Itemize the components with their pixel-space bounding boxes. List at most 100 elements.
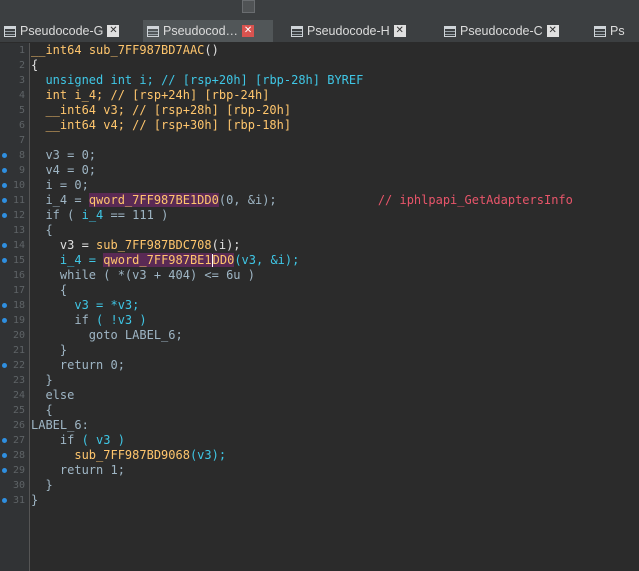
pseudocode-icon (594, 25, 606, 37)
tab-label: Pseudocode-H (307, 24, 390, 38)
line-number: 20 (12, 330, 25, 341)
line-number: 24 (12, 390, 25, 401)
pseudocode-icon (444, 25, 456, 37)
highlighted-function[interactable]: qword_7FF987BE1 (103, 253, 212, 267)
pseudocode-icon (4, 25, 16, 37)
code-line-29: 29 return 1; (2, 463, 639, 478)
type-token: __int64 (31, 43, 82, 57)
variable[interactable]: v3; (96, 103, 125, 117)
code-line-17: 17 { (13, 283, 639, 298)
code-text: { (31, 58, 39, 72)
code-line-5: 5 __int64 v3; // [rsp+28h] [rbp-20h] (19, 103, 639, 118)
code-line-18: 18 v3 = *v3; (2, 298, 639, 313)
type-token: __int64 (45, 103, 97, 117)
type-token: __int64 (45, 118, 97, 132)
tab-label: Pseudocod… (163, 24, 239, 38)
line-number: 21 (12, 345, 25, 356)
code-line-30: 30 } (13, 478, 639, 493)
code-line-1: 1 __int64 sub_7FF987BD7AAC() (19, 43, 639, 58)
variable[interactable]: i_4; (67, 88, 103, 102)
function-name[interactable]: sub_7FF987BDC708 (96, 238, 212, 252)
highlighted-function[interactable]: DD0 (212, 253, 235, 267)
variable[interactable]: i_4 (82, 208, 104, 222)
code-text: { (59, 283, 68, 297)
code-text: ( v3 ) (74, 433, 125, 447)
code-text: v3 = (59, 238, 97, 252)
tab-pseudocode-g[interactable]: Pseudocode-G ✕ (0, 20, 138, 42)
line-number: 30 (12, 480, 25, 491)
line-number: 13 (12, 225, 25, 236)
line-number: 18 (12, 300, 25, 311)
function-name[interactable]: sub_7FF987BD7AAC (89, 43, 205, 57)
code-text: LABEL_6; (117, 328, 183, 342)
keyword: return (59, 358, 104, 372)
line-number: 8 (18, 150, 25, 161)
code-text: 1; (103, 463, 125, 477)
code-text: } (45, 478, 53, 492)
tab-pseudocode-active[interactable]: Pseudocod… ✕ (143, 20, 273, 42)
function-name[interactable]: sub_7FF987BD9068 (74, 448, 190, 462)
keyword: if (59, 433, 75, 447)
pseudocode-icon (291, 25, 303, 37)
code-line-25: 25 { (13, 403, 639, 418)
pseudocode-icon (147, 25, 159, 37)
variable[interactable]: v4; (96, 118, 125, 132)
code-line-10: 10 i = 0; (2, 178, 639, 193)
code-line-22: 22 return 0; (2, 358, 639, 373)
restore-icon[interactable] (242, 0, 255, 13)
close-icon[interactable]: ✕ (393, 25, 406, 37)
keyword: goto (88, 328, 118, 342)
comment: // [rsp+28h] [rbp-20h] (124, 103, 292, 117)
tab-pseudocode-h[interactable]: Pseudocode-H ✕ (287, 20, 431, 42)
line-number: 26 (12, 420, 25, 431)
line-number: 27 (12, 435, 25, 446)
code-line-8: 8 v3 = 0; (2, 148, 639, 163)
code-line-14: 14 v3 = sub_7FF987BDC708(i); (2, 238, 639, 253)
comment: // [rsp+30h] [rbp-18h] (124, 118, 292, 132)
keyword: while (59, 268, 97, 282)
line-number: 12 (12, 210, 25, 221)
line-number: 7 (18, 135, 25, 146)
code-text: } (31, 493, 39, 507)
code-area[interactable]: 1 __int64 sub_7FF987BD7AAC() 2{ 3 unsigne… (2, 43, 639, 508)
keyword: int (45, 88, 68, 102)
pseudocode-editor[interactable]: 1 __int64 sub_7FF987BD7AAC() 2{ 3 unsigne… (0, 43, 639, 571)
keyword: else (45, 388, 75, 402)
code-line-16: 16 while ( *(v3 + 404) <= 6u ) (13, 268, 639, 283)
line-number: 6 (18, 120, 25, 131)
code-text: (v3, &i); (234, 253, 300, 267)
code-line-4: 4 int i_4; // [rsp+24h] [rbp-24h] (19, 88, 639, 103)
variable[interactable]: i; (132, 73, 153, 87)
line-number: 28 (12, 450, 25, 461)
close-icon[interactable]: ✕ (107, 25, 120, 37)
code-text: { (45, 403, 53, 417)
code-text: == 111 ) (103, 208, 169, 222)
code-text: v3 = 0; (45, 148, 97, 162)
window-top-strip (0, 0, 639, 18)
code-line-26: 26 LABEL_6: (13, 418, 639, 433)
keyword: if (45, 208, 60, 222)
line-number: 15 (12, 255, 25, 266)
keyword: return (59, 463, 104, 477)
code-line-7: 7 (19, 133, 639, 148)
tab-pseudocode-overflow[interactable]: Ps (590, 20, 639, 42)
code-text: } (45, 373, 53, 387)
comment: // iphlpapi_GetAdaptersInfo (377, 193, 573, 207)
line-number: 29 (12, 465, 25, 476)
code-line-3: 3 unsigned int i; // [rsp+20h] [rbp-28h]… (19, 73, 639, 88)
comment: // [rsp+24h] [rbp-24h] (103, 88, 270, 102)
code-text: (i); (211, 238, 241, 252)
keyword: unsigned int (45, 73, 133, 87)
highlighted-function[interactable]: qword_7FF987BE1DD0 (88, 193, 219, 207)
code-text: 0; (103, 358, 125, 372)
close-icon[interactable]: ✕ (242, 25, 255, 37)
code-label[interactable]: LABEL_6: (31, 418, 89, 432)
line-number: 10 (12, 180, 25, 191)
tab-pseudocode-c[interactable]: Pseudocode-C ✕ (440, 20, 580, 42)
line-number: 25 (12, 405, 25, 416)
code-line-23: 23 } (13, 373, 639, 388)
comment: // [rsp+20h] [rbp-28h] BYREF (153, 73, 364, 87)
code-line-12: 12 if ( i_4 == 111 ) (2, 208, 639, 223)
code-text: (v3); (189, 448, 227, 462)
close-icon[interactable]: ✕ (546, 25, 559, 37)
